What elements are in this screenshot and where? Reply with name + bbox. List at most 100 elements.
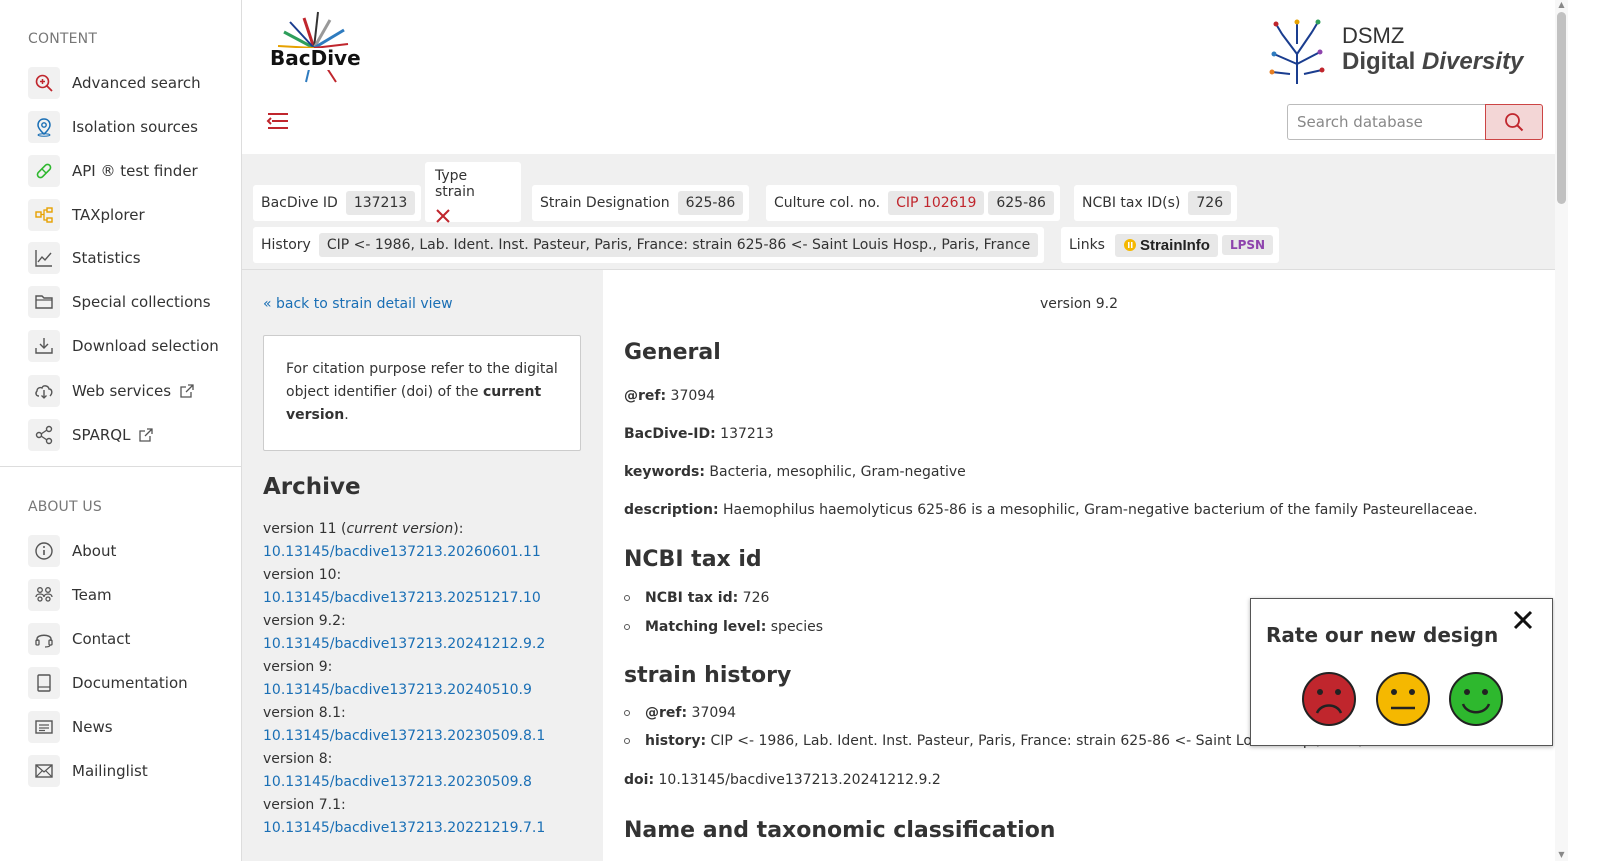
archive-version-label: version 7.1:: [263, 797, 346, 813]
menu-collapse-icon[interactable]: [264, 108, 290, 134]
scrollbar-thumb[interactable]: [1557, 12, 1566, 204]
search-plus-icon: [28, 67, 60, 99]
sidebar-item-label: SPARQL: [72, 426, 131, 444]
sidebar-item-special-collections[interactable]: Special collections: [28, 285, 211, 319]
sad-face-icon[interactable]: [1301, 671, 1357, 727]
sidebar-item-contact[interactable]: Contact: [28, 622, 130, 656]
sidebar-item-team[interactable]: Team: [28, 578, 112, 612]
ncbi-tax-label: NCBI tax ID(s): [1082, 195, 1181, 211]
links-label: Links: [1069, 237, 1105, 253]
sidebar-item-sparql[interactable]: SPARQL: [28, 418, 154, 452]
archive-doi-link[interactable]: 10.13145/bacdive137213.20230509.8.1: [263, 725, 593, 748]
sidebar-heading-content: CONTENT: [28, 31, 98, 47]
archive-version-label: version 11 (current version):: [263, 521, 464, 537]
sidebar-item-label: Statistics: [72, 249, 141, 267]
search-input[interactable]: [1287, 104, 1485, 140]
sidebar-item-web-services[interactable]: Web services: [28, 374, 195, 408]
bacdive-logo[interactable]: BacDive: [262, 10, 362, 90]
archive-doi-link[interactable]: 10.13145/bacdive137213.20230509.8: [263, 771, 593, 794]
strain-info-bar: BacDive ID 137213 Type strain Strain Des…: [242, 154, 1555, 270]
straininfo-link[interactable]: StrainInfo: [1114, 233, 1218, 257]
sidebar-item-label: Contact: [72, 630, 131, 648]
links-chip: Links StrainInfo LPSN: [1061, 227, 1280, 263]
sidebar-item-label: TAXplorer: [72, 206, 145, 224]
headset-icon: [28, 623, 60, 655]
scroll-up-arrow[interactable]: ▲: [1557, 0, 1566, 10]
matching-level-label: Matching level:: [645, 619, 767, 635]
culture-col-value: 625-86: [988, 191, 1054, 215]
sidebar-heading-about: ABOUT US: [28, 499, 102, 515]
lpsn-label: LPSN: [1229, 238, 1266, 252]
straininfo-icon: [1123, 239, 1136, 251]
sidebar-item-documentation[interactable]: Documentation: [28, 666, 188, 700]
sidebar-item-label: Mailinglist: [72, 762, 148, 780]
search-icon: [1505, 113, 1524, 132]
sidebar-item-label: News: [72, 718, 113, 736]
pill-icon: [28, 155, 60, 187]
culture-col-chip: Culture col. no. CIP 102619 625-86: [766, 185, 1060, 221]
left-panel: « back to strain detail view For citatio…: [242, 270, 603, 861]
history-label: history:: [645, 733, 707, 749]
archive-list: version 11 (current version): 10.13145/b…: [263, 518, 593, 840]
sidebar-item-mailinglist[interactable]: Mailinglist: [28, 754, 148, 788]
strain-designation-value: 625-86: [677, 191, 744, 215]
scroll-down-arrow[interactable]: ▼: [1557, 850, 1566, 860]
matching-level-item: Matching level: species: [624, 619, 823, 635]
description-label: description:: [624, 502, 719, 518]
sidebar-item-advanced-search[interactable]: Advanced search: [28, 66, 201, 100]
folder-icon: [28, 286, 60, 318]
keywords-label: keywords:: [624, 464, 705, 480]
dsmz-subtitle-diversity: Diversity: [1422, 48, 1524, 75]
sidebar-divider: [0, 466, 241, 467]
dsmz-subtitle-digital: Digital: [1342, 48, 1416, 75]
archive-item: version 9.2: 10.13145/bacdive137213.2024…: [263, 610, 593, 656]
rating-popup: Rate our new design: [1250, 598, 1553, 746]
back-to-strain-link[interactable]: « back to strain detail view: [263, 296, 453, 312]
citation-end: .: [344, 407, 349, 423]
sidebar-item-label: Advanced search: [72, 74, 201, 92]
sidebar-item-api-test-finder[interactable]: API ® test finder: [28, 154, 198, 188]
ncbi-id-value: 726: [742, 590, 770, 606]
description-value: Haemophilus haemolyticus 625-86 is a mes…: [723, 502, 1478, 518]
sidebar-item-news[interactable]: News: [28, 710, 113, 744]
archive-doi-link[interactable]: 10.13145/bacdive137213.20240510.9: [263, 679, 593, 702]
culture-col-value-link[interactable]: CIP 102619: [888, 191, 985, 215]
envelope-icon: [28, 755, 60, 787]
archive-item: version 8: 10.13145/bacdive137213.202305…: [263, 748, 593, 794]
search-button[interactable]: [1485, 104, 1543, 140]
lpsn-link[interactable]: LPSN: [1221, 235, 1274, 255]
bullet: [624, 624, 630, 630]
straininfo-label: StrainInfo: [1139, 236, 1210, 254]
info-icon: [28, 535, 60, 567]
archive-version-label: version 9.2:: [263, 613, 346, 629]
sidebar-item-label: Isolation sources: [72, 118, 198, 136]
archive-item: version 7.1: 10.13145/bacdive137213.2022…: [263, 794, 593, 840]
archive-doi-link[interactable]: 10.13145/bacdive137213.20221219.7.1: [263, 817, 593, 840]
sidebar-item-taxplorer[interactable]: TAXplorer: [28, 198, 145, 232]
sidebar-item-statistics[interactable]: Statistics: [28, 241, 141, 275]
sidebar-item-label: About: [72, 542, 117, 560]
page-scrollbar[interactable]: ▲ ▼: [1555, 0, 1568, 861]
bacdive-id-chip: BacDive ID 137213: [253, 185, 422, 221]
archive-doi-link[interactable]: 10.13145/bacdive137213.20251217.10: [263, 587, 593, 610]
sidebar-item-download-selection[interactable]: Download selection: [28, 329, 219, 363]
neutral-face-icon[interactable]: [1375, 671, 1431, 727]
sidebar-item-label: Special collections: [72, 293, 211, 311]
rating-title: Rate our new design: [1266, 623, 1499, 647]
happy-face-icon[interactable]: [1448, 671, 1504, 727]
general-heading: General: [624, 340, 721, 365]
download-icon: [28, 330, 60, 362]
archive-heading: Archive: [263, 474, 361, 500]
history-ref-value: 37094: [691, 705, 737, 721]
sidebar-item-about[interactable]: About: [28, 534, 116, 568]
archive-doi-link[interactable]: 10.13145/bacdive137213.20241212.9.2: [263, 633, 593, 656]
close-icon[interactable]: [1512, 609, 1534, 631]
bacdive-id-value: 137213: [345, 191, 416, 215]
header: BacDive DSMZ Digital Diversity: [242, 0, 1555, 154]
archive-doi-link[interactable]: 10.13145/bacdive137213.20260601.11: [263, 541, 593, 564]
ncbi-tax-value: 726: [1188, 191, 1232, 215]
matching-level-value: species: [770, 619, 824, 635]
archive-version-label: version 8:: [263, 751, 333, 767]
dsmz-logo[interactable]: DSMZ Digital Diversity: [1262, 14, 1532, 86]
sidebar-item-isolation-sources[interactable]: Isolation sources: [28, 110, 198, 144]
